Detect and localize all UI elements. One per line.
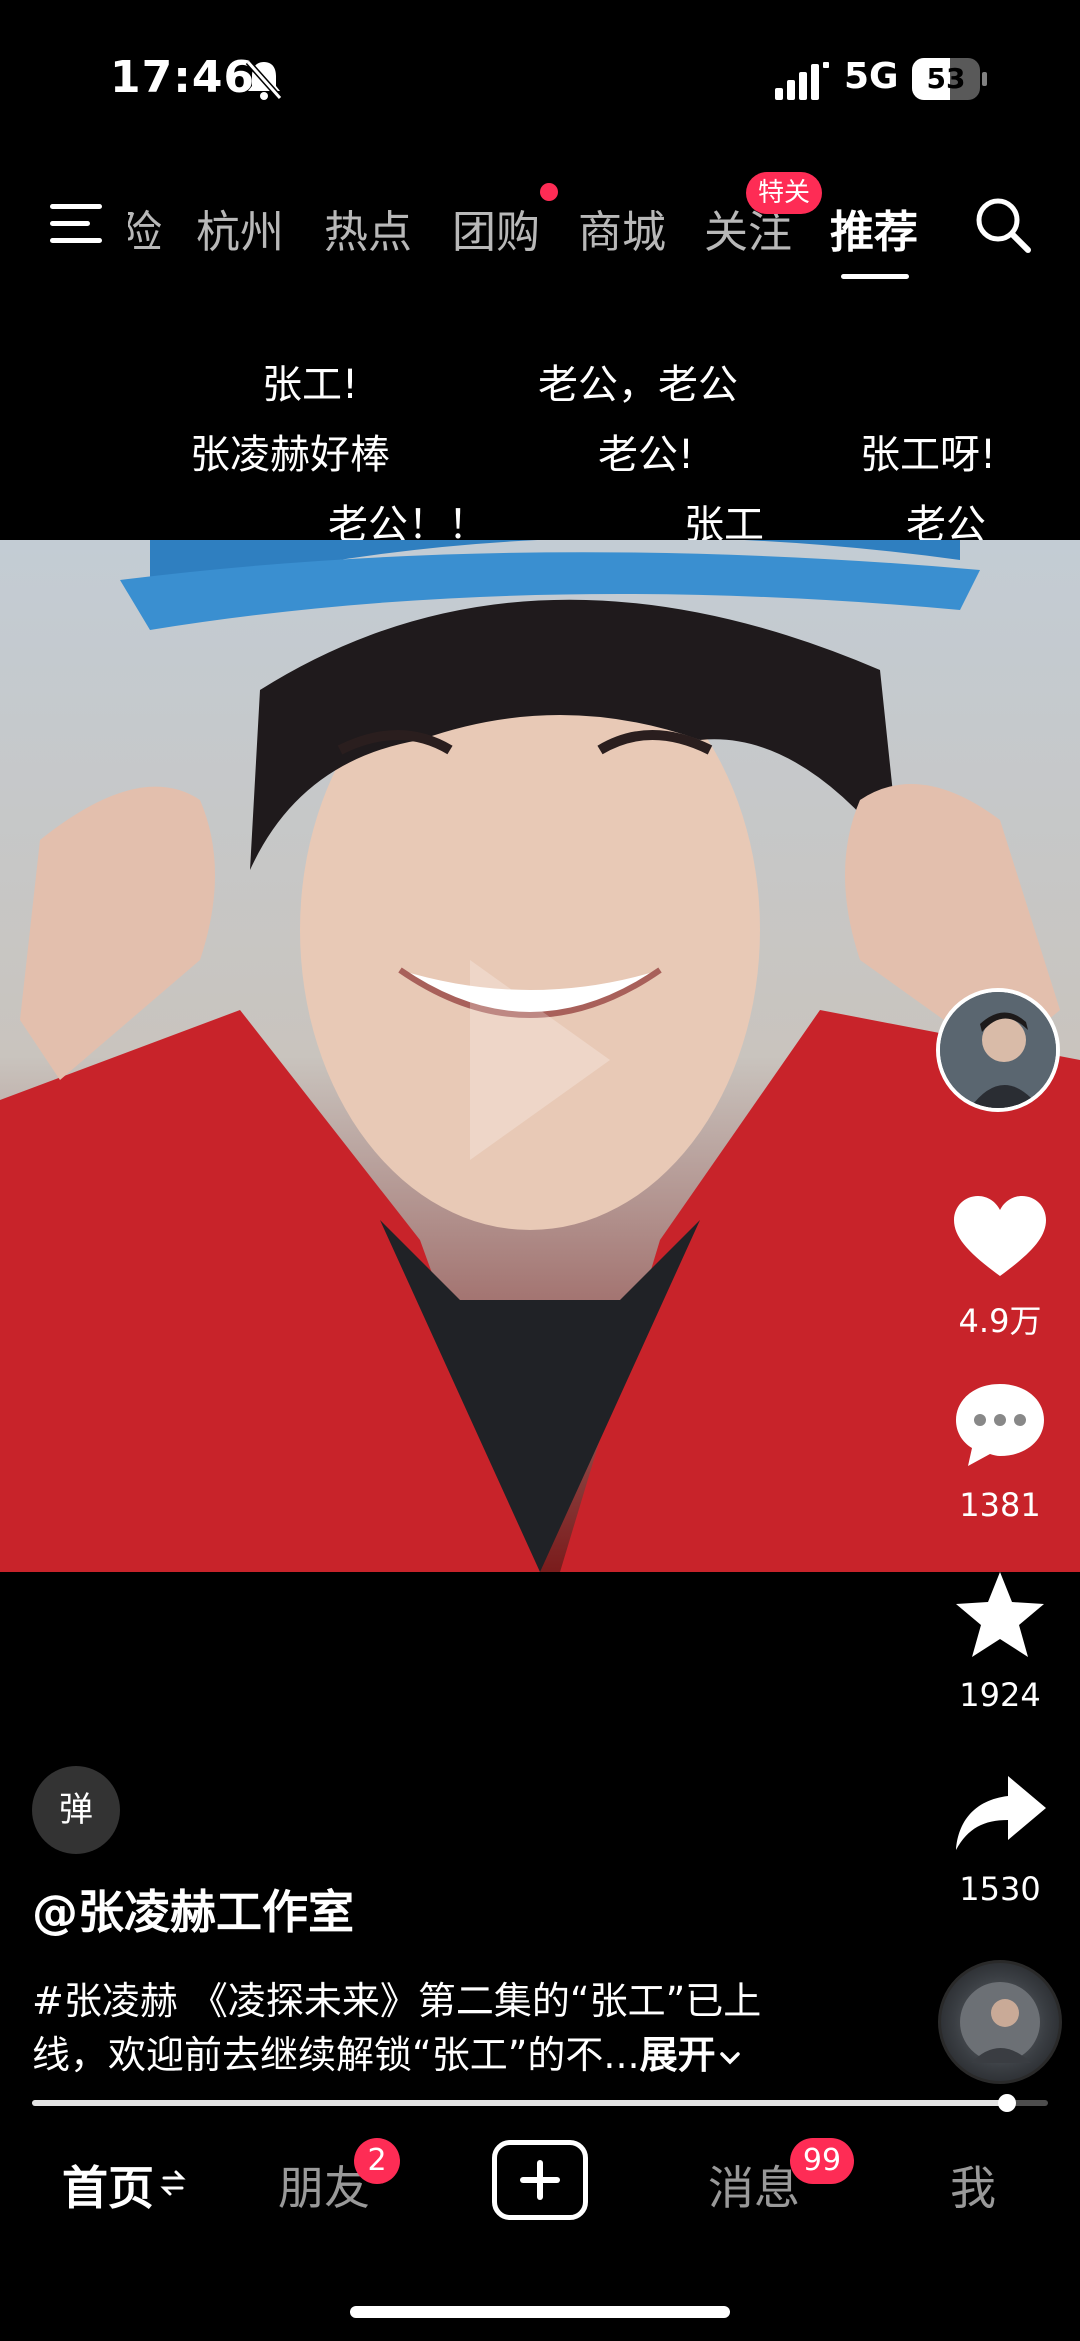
share-count: 1530: [959, 1870, 1041, 1908]
status-time: 17:46: [110, 52, 256, 103]
search-icon[interactable]: [972, 194, 1034, 256]
comment-icon[interactable]: [950, 1380, 1050, 1470]
music-disc[interactable]: [938, 1960, 1062, 2084]
battery-level: 53: [926, 62, 966, 95]
tab-hot[interactable]: 热点: [324, 196, 412, 260]
menu-icon[interactable]: [46, 200, 106, 248]
creator-avatar[interactable]: [936, 988, 1060, 1112]
danmaku-comment: 张工呀!: [860, 432, 997, 478]
comment-count: 1381: [959, 1486, 1041, 1524]
danmaku-toggle-button[interactable]: 弹: [32, 1766, 120, 1854]
danmaku-comment: 老公!: [598, 432, 695, 478]
bell-off-icon: [245, 60, 283, 100]
switch-icon[interactable]: [160, 2168, 186, 2198]
tab-group-buy[interactable]: 团购: [452, 196, 540, 260]
progress-fill: [32, 2100, 1008, 2106]
signal-icon: [775, 62, 829, 100]
share-icon[interactable]: [950, 1770, 1050, 1860]
battery-icon: 53: [912, 58, 988, 100]
tab-mall[interactable]: 商城: [578, 196, 666, 260]
active-tab-indicator: [841, 274, 909, 279]
friends-badge: 2: [354, 2138, 400, 2184]
tab-partial[interactable]: 险: [128, 196, 162, 260]
expand-button[interactable]: 展开: [640, 2033, 744, 2077]
star-icon[interactable]: [950, 1570, 1050, 1660]
progress-handle[interactable]: [998, 2094, 1017, 2112]
plus-icon: [520, 2160, 560, 2200]
danmaku-comment: 张工!: [262, 362, 359, 408]
danmaku-comment: 老公，老公: [538, 362, 738, 408]
chevron-down-icon: [719, 2051, 740, 2064]
tab-home[interactable]: 首页: [62, 2152, 154, 2218]
expand-label: 展开: [639, 2033, 716, 2077]
tab-me[interactable]: 我: [950, 2152, 996, 2218]
description-text: 线，欢迎前去继续解锁“张工”的不...: [32, 2033, 640, 2077]
video-player[interactable]: [0, 540, 1080, 1572]
messages-badge: 99: [790, 2138, 854, 2184]
video-description: #张凌赫 《凌探未来》第二集的“张工”已上: [32, 1979, 762, 2023]
heart-icon[interactable]: [950, 1192, 1050, 1282]
network-type: 5G: [844, 56, 899, 97]
tab-recommend[interactable]: 推荐: [830, 196, 918, 260]
tab-messages[interactable]: 消息: [708, 2152, 800, 2218]
notification-dot: [540, 183, 558, 201]
tab-hangzhou[interactable]: 杭州: [196, 196, 284, 260]
video-frame-image: [0, 540, 1080, 1572]
like-count: 4.9万: [958, 1302, 1042, 1340]
author-name[interactable]: @张凌赫工作室: [32, 1876, 354, 1942]
create-button[interactable]: [492, 2140, 588, 2220]
special-follow-badge: 特关: [746, 172, 823, 214]
danmaku-comment: 张凌赫好棒: [190, 432, 390, 478]
video-description-line2: 线，欢迎前去继续解锁“张工”的不...展开: [32, 2024, 744, 2079]
home-indicator: [350, 2306, 730, 2318]
favorite-count: 1924: [959, 1676, 1041, 1714]
